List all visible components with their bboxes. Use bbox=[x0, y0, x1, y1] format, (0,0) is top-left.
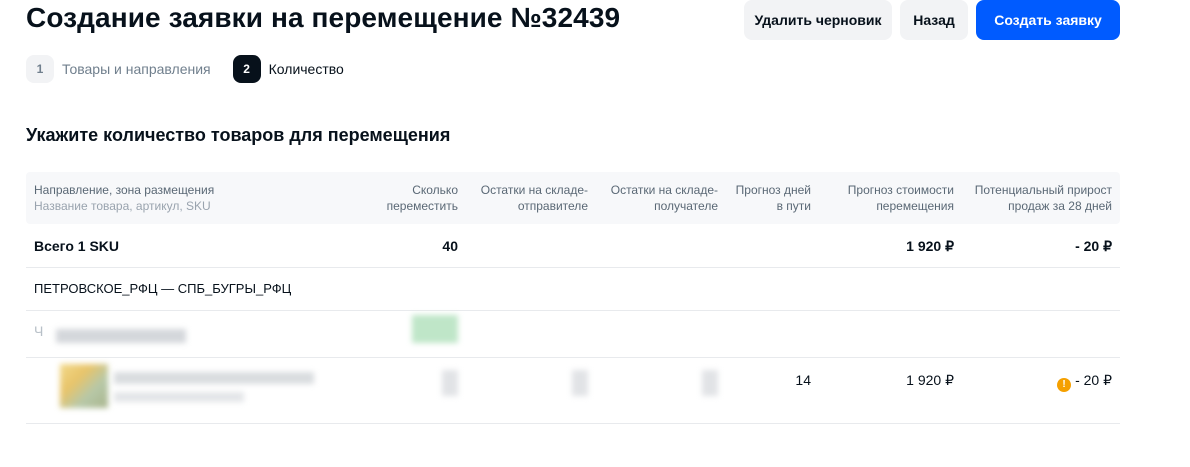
zone-prefix: Ч bbox=[34, 323, 44, 339]
header-days: Прогноз дней в пути bbox=[736, 182, 811, 214]
header-direction-label: Направление, зона размещения bbox=[34, 183, 215, 197]
header-stock-receiver-line2: получателе bbox=[654, 199, 718, 213]
total-label: Всего 1 SKU bbox=[34, 238, 120, 254]
redacted-stock-receiver bbox=[702, 370, 718, 396]
total-cost: 1 920 ₽ bbox=[906, 238, 954, 254]
product-thumbnail[interactable] bbox=[60, 364, 108, 408]
redacted-zone-value bbox=[412, 315, 458, 343]
delete-draft-button[interactable]: Удалить черновик bbox=[744, 0, 892, 40]
header-stock-receiver: Остатки на складе- получателе bbox=[611, 182, 718, 214]
transfer-table: Направление, зона размещения Название то… bbox=[26, 172, 1120, 424]
create-request-button[interactable]: Создать заявку bbox=[976, 0, 1120, 40]
header-growth-line2: продаж за 28 дней bbox=[1008, 199, 1112, 213]
header-stock-sender-line1: Остатки на складе- bbox=[480, 183, 588, 197]
total-growth: - 20 ₽ bbox=[1075, 238, 1112, 254]
total-row: Всего 1 SKU 40 1 920 ₽ - 20 ₽ bbox=[26, 224, 1120, 268]
redacted-zone-name bbox=[56, 329, 186, 343]
header-growth: Потенциальный прирост продаж за 28 дней bbox=[975, 182, 1112, 214]
header-direction: Направление, зона размещения Название то… bbox=[34, 182, 214, 214]
header-cost-line1: Прогноз стоимости bbox=[847, 183, 954, 197]
header-cost-line2: перемещения bbox=[876, 199, 954, 213]
header-move-qty-line1: Сколько bbox=[412, 183, 458, 197]
header-growth-line1: Потенциальный прирост bbox=[974, 183, 1112, 197]
item-days: 14 bbox=[795, 372, 811, 388]
route-label: ПЕТРОВСКОЕ_РФЦ — СПБ_БУГРЫ_РФЦ bbox=[34, 281, 292, 296]
step-label: Количество bbox=[268, 61, 344, 77]
redacted-product-sku bbox=[114, 392, 244, 402]
redacted-move-qty[interactable] bbox=[442, 370, 458, 396]
step-number: 1 bbox=[26, 55, 54, 83]
header-move-qty: Сколько переместить bbox=[387, 182, 458, 214]
step-number: 2 bbox=[232, 55, 261, 83]
header-cost: Прогноз стоимости перемещения bbox=[848, 182, 954, 214]
warning-circle-icon[interactable]: ! bbox=[1057, 377, 1072, 392]
section-title: Укажите количество товаров для перемещен… bbox=[26, 125, 451, 145]
header-days-line1: Прогноз дней bbox=[735, 183, 811, 197]
page-title: Создание заявки на перемещение №32439 bbox=[26, 2, 621, 33]
header-stock-receiver-line1: Остатки на складе- bbox=[610, 183, 718, 197]
step-label: Товары и направления bbox=[62, 61, 211, 77]
item-cost: 1 920 ₽ bbox=[906, 372, 954, 388]
step-quantity[interactable]: 2 Количество bbox=[232, 55, 344, 83]
back-button[interactable]: Назад bbox=[900, 0, 968, 40]
total-qty: 40 bbox=[442, 238, 458, 254]
header-days-line2: в пути bbox=[776, 199, 811, 213]
item-growth: - 20 ₽ bbox=[1075, 372, 1112, 388]
stepper: 1 Товары и направления 2 Количество bbox=[26, 55, 366, 83]
redacted-product-name[interactable] bbox=[114, 372, 314, 384]
zone-row: Ч bbox=[26, 311, 1120, 358]
step-goods-directions[interactable]: 1 Товары и направления bbox=[26, 55, 211, 83]
route-row: ПЕТРОВСКОЕ_РФЦ — СПБ_БУГРЫ_РФЦ bbox=[26, 268, 1120, 311]
table-row[interactable]: 14 1 920 ₽ ! - 20 ₽ bbox=[26, 358, 1120, 424]
redacted-stock-sender bbox=[572, 370, 588, 396]
header-stock-sender-line2: отправителе bbox=[517, 199, 588, 213]
header-direction-sublabel: Название товара, артикул, SKU bbox=[34, 199, 211, 213]
header-stock-sender: Остатки на складе- отправителе bbox=[481, 182, 588, 214]
table-header: Направление, зона размещения Название то… bbox=[26, 172, 1120, 224]
item-growth-cell: ! - 20 ₽ bbox=[1057, 372, 1112, 392]
header-move-qty-line2: переместить bbox=[386, 199, 458, 213]
